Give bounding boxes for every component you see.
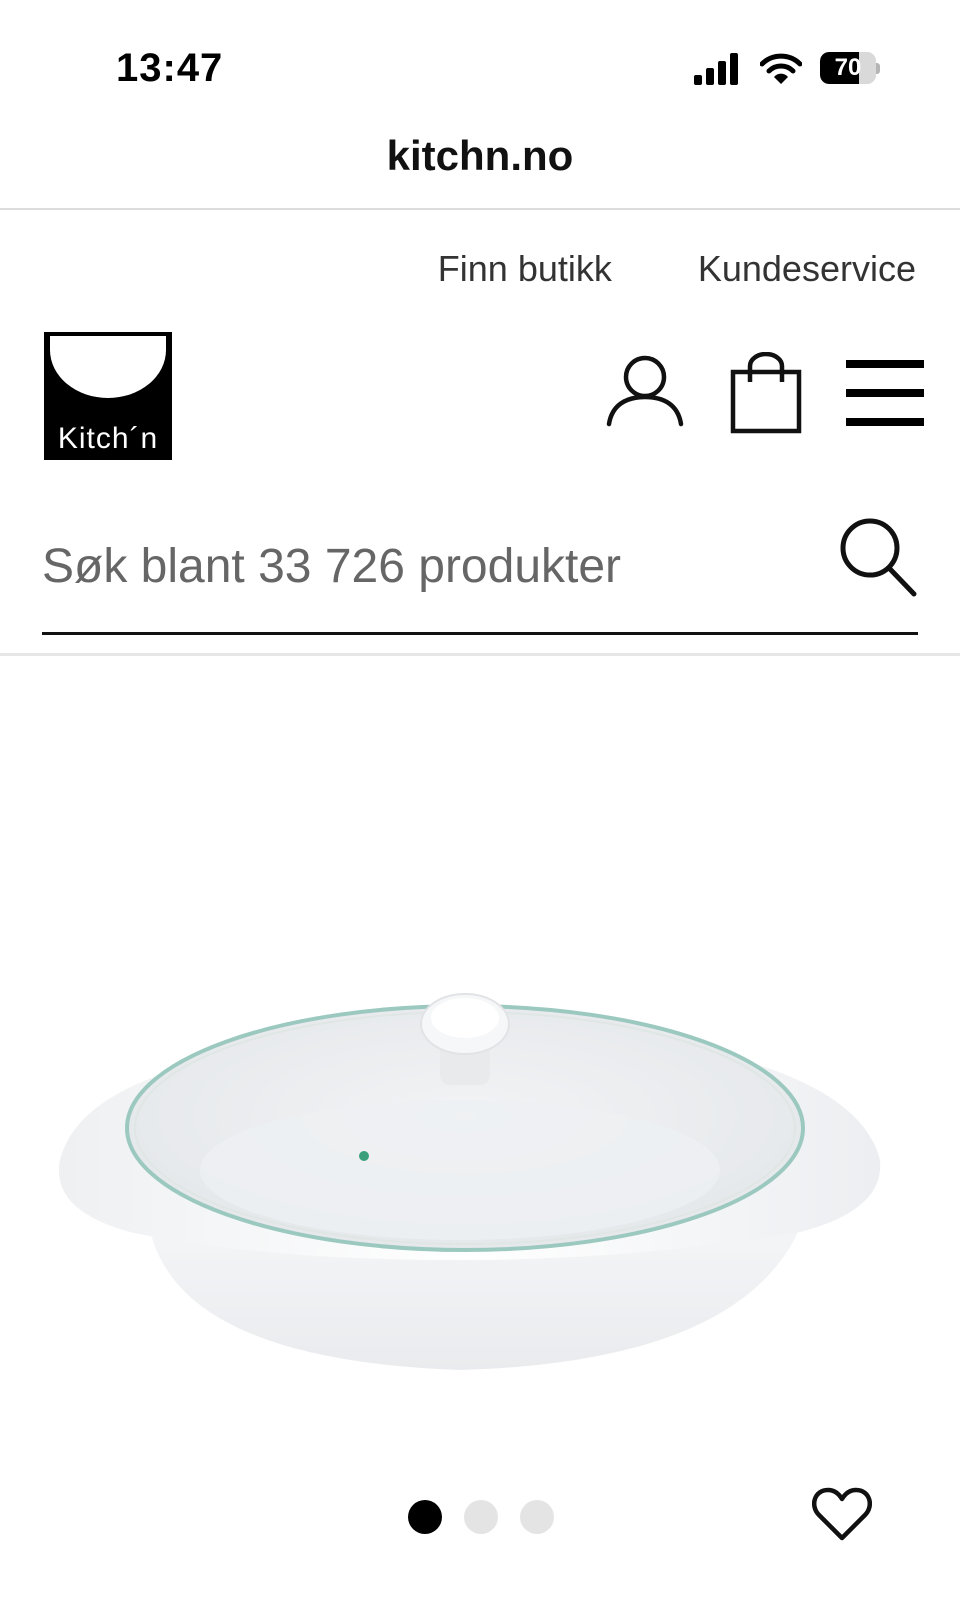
customer-service-link[interactable]: Kundeservice: [698, 248, 916, 290]
search-icon[interactable]: [838, 516, 918, 598]
user-icon[interactable]: [606, 355, 684, 427]
carousel-dot[interactable]: [464, 1500, 498, 1534]
hamburger-menu-icon[interactable]: [846, 360, 924, 428]
kitchn-logo[interactable]: Kitch´n: [44, 332, 172, 460]
logo-text: Kitch´n: [57, 422, 159, 455]
cellular-signal-icon: [694, 53, 738, 85]
carousel-dot[interactable]: [408, 1500, 442, 1534]
status-time: 13:47: [116, 46, 224, 90]
wifi-icon: [760, 53, 802, 84]
divider: [0, 208, 960, 210]
search-bar: [42, 508, 918, 635]
carousel-dot[interactable]: [520, 1500, 554, 1534]
search-input[interactable]: [42, 526, 802, 606]
battery-body: 70: [820, 52, 876, 84]
heart-icon[interactable]: [812, 1486, 872, 1542]
product-image[interactable]: [40, 960, 920, 1420]
utility-nav: Finn butikk Kundeservice: [438, 248, 916, 290]
url-bar[interactable]: kitchn.no: [0, 132, 960, 180]
find-store-link[interactable]: Finn butikk: [438, 248, 612, 290]
shopping-bag-icon[interactable]: [730, 352, 802, 434]
divider: [0, 653, 960, 656]
battery-tip: [876, 63, 880, 74]
status-icons: 70: [694, 52, 880, 86]
battery-indicator: 70: [820, 52, 880, 86]
battery-level: 70: [834, 54, 862, 81]
status-bar: 13:47 70: [0, 0, 960, 130]
carousel-dots: [408, 1500, 554, 1534]
page: 13:47 70 kitchn.no Finn butikk Kundeserv…: [0, 0, 960, 1617]
